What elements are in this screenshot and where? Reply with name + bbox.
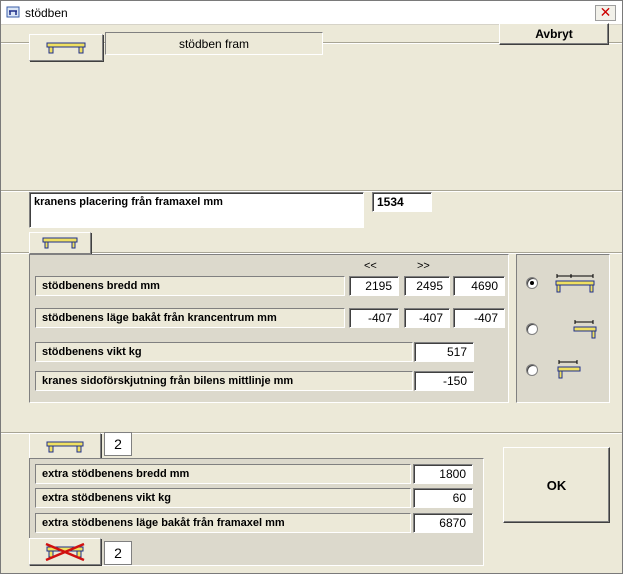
extra-outrigger-button[interactable] (29, 433, 101, 460)
width-input-2[interactable]: 2495 (404, 276, 450, 296)
ok-button[interactable]: OK (503, 447, 610, 523)
window-title: stödben (25, 6, 68, 20)
extra-count-bottom: 2 (104, 541, 132, 565)
front-outrigger-label: stödben fram (105, 32, 323, 55)
weight-input[interactable]: 517 (414, 342, 474, 362)
outrigger-icon (46, 441, 84, 452)
outrigger-icon (42, 237, 78, 249)
weight-label: stödbenens vikt kg (35, 342, 413, 362)
mode-radio-3[interactable] (526, 364, 538, 376)
extra-width-label: extra stödbenens bredd mm (35, 464, 411, 484)
close-button[interactable]: ✕ (595, 5, 616, 21)
side-offset-label: kranes sidoförskjutning från bilens mitt… (35, 371, 413, 391)
crane-placement-label: kranens placering från framaxel mm (29, 192, 364, 228)
shift-right-arrows[interactable]: >> (417, 260, 430, 272)
remove-outrigger-button[interactable] (29, 538, 101, 565)
position-input-1[interactable]: -407 (349, 308, 399, 328)
extra-weight-input[interactable]: 60 (413, 488, 473, 508)
mode-radio-2[interactable] (526, 323, 538, 335)
width-input-1[interactable]: 2195 (349, 276, 399, 296)
full-width-icon (555, 274, 595, 293)
position-input-3[interactable]: -407 (453, 308, 505, 328)
extra-width-input[interactable]: 1800 (413, 464, 473, 484)
app-icon (6, 6, 20, 18)
cancel-button[interactable]: Avbryt (499, 23, 609, 45)
width-input-3[interactable]: 4690 (453, 276, 505, 296)
close-icon: ✕ (599, 5, 612, 21)
crane-placement-input[interactable]: 1534 (372, 192, 432, 212)
side-offset-input[interactable]: -150 (414, 371, 474, 391)
client-area: stödben fram Avbryt kranens placering fr… (1, 23, 622, 573)
position-label: stödbenens läge bakåt från krancentrum m… (35, 308, 345, 328)
extra-weight-label: extra stödbenens vikt kg (35, 488, 411, 508)
extra-position-label: extra stödbenens läge bakåt från framaxe… (35, 513, 411, 533)
remove-outrigger-icon (45, 542, 85, 561)
position-input-2[interactable]: -407 (404, 308, 450, 328)
width-label: stödbenens bredd mm (35, 276, 345, 296)
outrigger-tab[interactable] (29, 232, 91, 254)
front-outrigger-button[interactable] (29, 34, 103, 61)
left-side-icon (557, 360, 581, 379)
outrigger-icon (46, 42, 86, 53)
extra-position-input[interactable]: 6870 (413, 513, 473, 533)
mode-radio-1[interactable] (526, 277, 538, 289)
stodben-window: stödben ✕ stödben fram Avbryt kranens pl… (0, 0, 623, 574)
extra-count-top: 2 (104, 432, 132, 456)
shift-left-arrows[interactable]: << (364, 260, 377, 272)
title-bar: stödben ✕ (1, 1, 622, 25)
right-side-icon (573, 320, 597, 339)
